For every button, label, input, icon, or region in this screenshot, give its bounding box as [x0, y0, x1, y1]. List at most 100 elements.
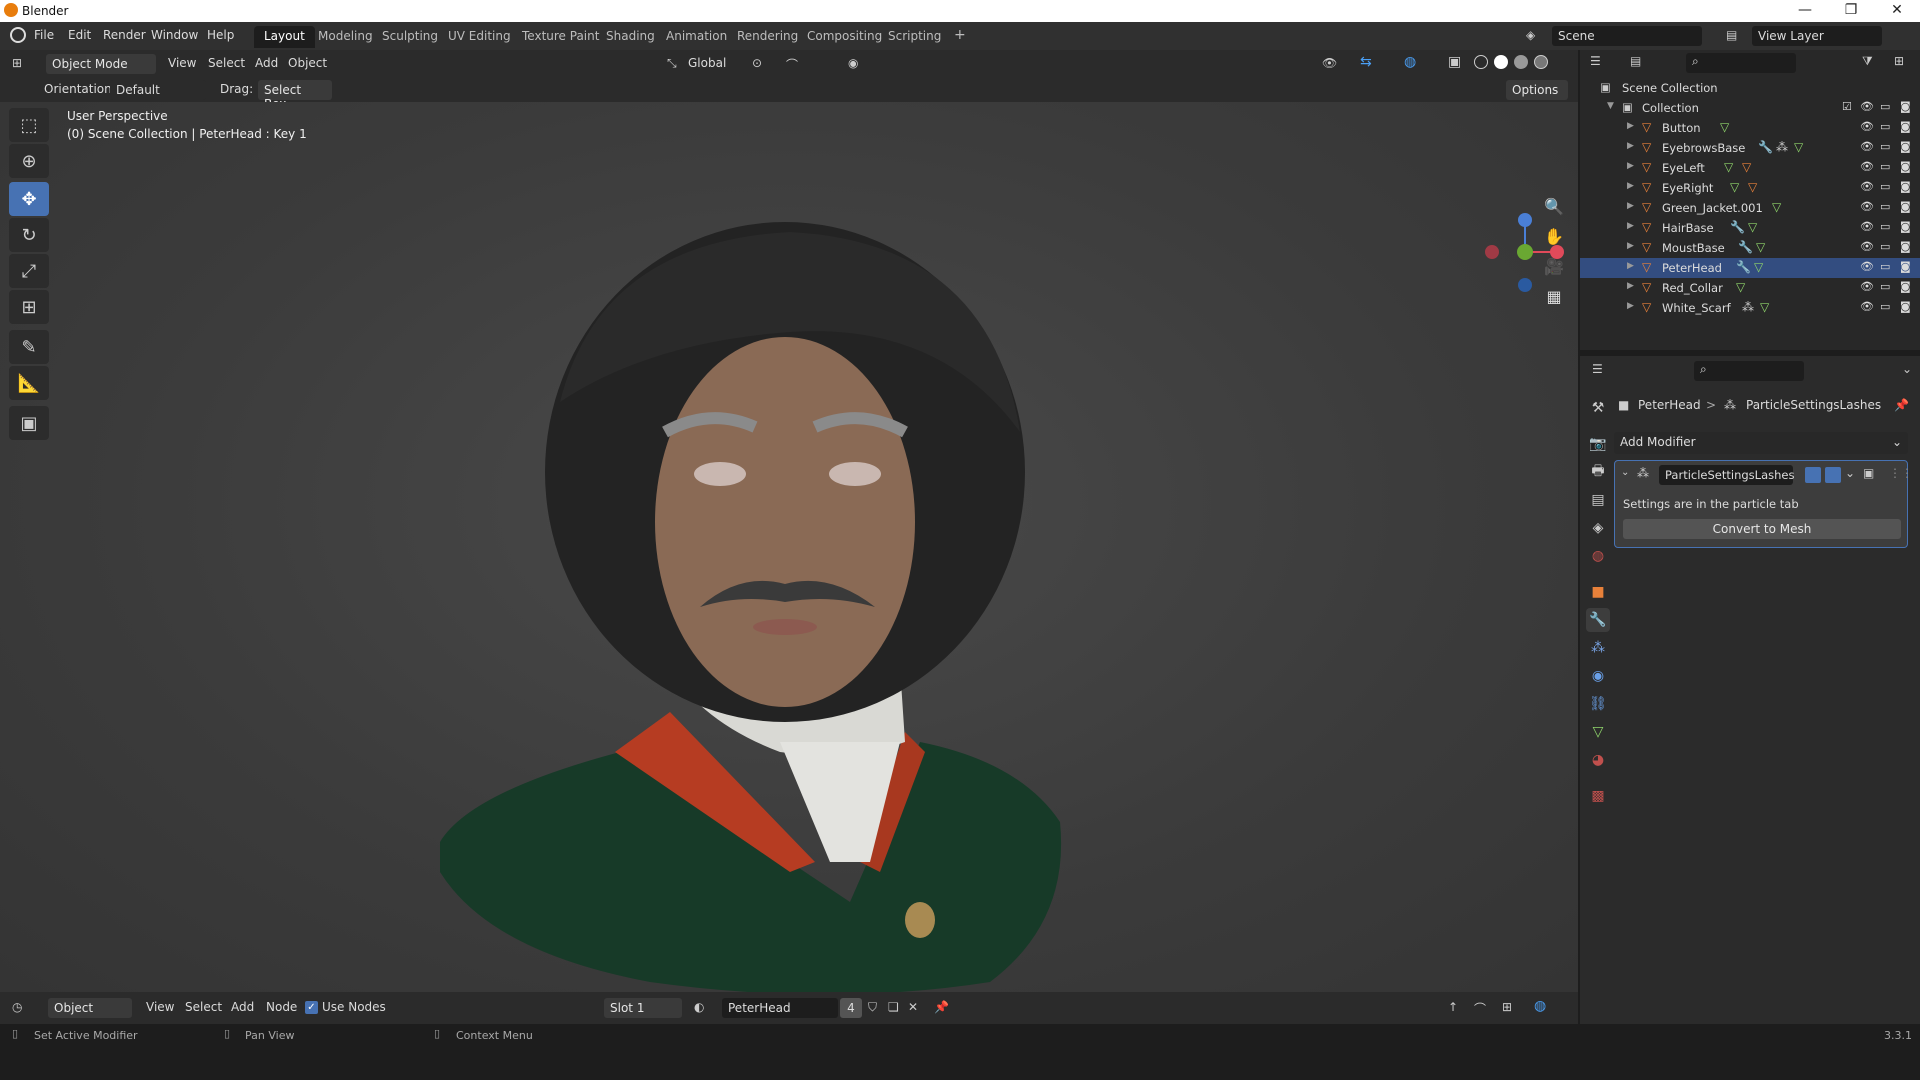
convert-to-mesh-button[interactable]: Convert to Mesh: [1623, 519, 1901, 539]
mesh-data-icon[interactable]: ▽: [1730, 180, 1739, 194]
gizmo-toggle-icon[interactable]: ⇆: [1360, 54, 1372, 70]
transform-orientation-selector[interactable]: Global: [688, 56, 726, 70]
modifier-wrench-icon[interactable]: 🔧: [1736, 260, 1751, 274]
outliner-item[interactable]: ▶ ▽ HairBase 🔧 ▽ 👁 ▭ ◙: [1580, 218, 1920, 238]
mesh-data-icon[interactable]: ▽: [1794, 140, 1803, 154]
cursor-tool-icon[interactable]: ⊕: [9, 144, 49, 178]
add-modifier-dropdown[interactable]: Add Modifier ⌄: [1614, 432, 1908, 454]
editor-type-icon-bottom[interactable]: ◷: [12, 1000, 22, 1014]
viewport-toggle-icon[interactable]: ▭: [1880, 260, 1890, 273]
wireframe-shading-icon[interactable]: [1474, 55, 1488, 69]
collection-checkbox-icon[interactable]: ☑: [1842, 100, 1852, 113]
node-overlay-icon[interactable]: ◍: [1534, 998, 1546, 1014]
viewport-menu-add[interactable]: Add: [255, 56, 278, 70]
outliner-item[interactable]: ▶ ▽ EyeLeft ▽ ▽ 👁 ▭ ◙: [1580, 158, 1920, 178]
node-menu-add[interactable]: Add: [231, 1000, 254, 1014]
snap-node-icon[interactable]: ⌒: [1474, 1000, 1486, 1017]
scale-tool-icon[interactable]: ⤢: [9, 254, 49, 288]
outliner-item-selected[interactable]: ▶ ▽ PeterHead 🔧 ▽ 👁 ▭ ◙: [1580, 258, 1920, 278]
duplicate-material-icon[interactable]: ❏: [888, 1000, 899, 1014]
outliner-editor-icon[interactable]: ☰: [1590, 54, 1601, 68]
particles-tab-icon[interactable]: ⁂: [1586, 636, 1610, 660]
pin-icon[interactable]: 📌: [934, 1000, 949, 1014]
expand-arrow-icon[interactable]: ▶: [1627, 241, 1634, 251]
particles-icon[interactable]: ⁂: [1776, 140, 1788, 154]
object-tab-icon[interactable]: ■: [1586, 580, 1610, 604]
rotate-tool-icon[interactable]: ↻: [9, 218, 49, 252]
menu-file[interactable]: File: [34, 28, 54, 42]
modifier-copy-icon[interactable]: ▣: [1863, 466, 1874, 480]
mesh-data-icon[interactable]: ▽: [1720, 120, 1729, 134]
expand-arrow-icon[interactable]: ▶: [1627, 161, 1634, 171]
viewport-toggle-icon[interactable]: ▭: [1880, 140, 1890, 153]
viewport-toggle-icon[interactable]: ▭: [1880, 120, 1890, 133]
viewport-toggle-icon[interactable]: ▭: [1880, 220, 1890, 233]
data-tab-icon[interactable]: ▽: [1586, 720, 1610, 744]
render-toggle-icon[interactable]: ◙: [1900, 180, 1911, 193]
material-shading-icon[interactable]: [1514, 55, 1528, 69]
outliner-item[interactable]: ▶ ▽ EyeRight ▽ ▽ 👁 ▭ ◙: [1580, 178, 1920, 198]
eye-icon[interactable]: 👁: [1860, 200, 1874, 213]
modifier-menu-chevron-icon[interactable]: ⌄: [1845, 466, 1855, 480]
outliner-item[interactable]: ▶ ▽ Green_Jacket.001 ▽ 👁 ▭ ◙: [1580, 198, 1920, 218]
pin-icon[interactable]: 📌: [1894, 398, 1909, 412]
eye-icon[interactable]: 👁: [1860, 260, 1874, 273]
parent-node-icon[interactable]: ↑: [1448, 1000, 1458, 1014]
material-icon[interactable]: ▽: [1742, 160, 1751, 174]
unlink-material-icon[interactable]: ✕: [908, 1000, 918, 1014]
viewport-toggle-icon[interactable]: ▭: [1880, 160, 1890, 173]
fake-user-shield-icon[interactable]: ⛉: [868, 1000, 877, 1015]
transform-tool-icon[interactable]: ⊞: [9, 290, 49, 324]
modifier-wrench-icon[interactable]: 🔧: [1758, 140, 1773, 154]
particles-icon[interactable]: ⁂: [1742, 300, 1754, 314]
modifier-name-field[interactable]: ParticleSettingsLashes: [1659, 465, 1794, 485]
render-toggle-icon[interactable]: ◙: [1900, 200, 1911, 213]
slot-selector[interactable]: Slot 1: [604, 998, 682, 1018]
render-toggle-icon[interactable]: ◙: [1900, 100, 1911, 113]
mesh-data-icon[interactable]: ▽: [1760, 300, 1769, 314]
texture-tab-icon[interactable]: ▩: [1586, 784, 1610, 808]
expand-arrow-icon[interactable]: ▶: [1627, 121, 1634, 131]
render-toggle-icon[interactable]: ◙: [1900, 140, 1911, 153]
material-tab-icon[interactable]: ◕: [1586, 748, 1610, 772]
modifier-wrench-icon[interactable]: 🔧: [1738, 240, 1753, 254]
expand-arrow-icon[interactable]: ▶: [1627, 181, 1634, 191]
blender-menu-icon[interactable]: [10, 27, 26, 43]
properties-options-chevron-icon[interactable]: ⌄: [1902, 362, 1912, 376]
outliner-item[interactable]: ▶ ▽ EyebrowsBase 🔧 ⁂ ▽ 👁 ▭ ◙: [1580, 138, 1920, 158]
use-nodes-checkbox[interactable]: ✓: [305, 1001, 318, 1014]
zoom-icon[interactable]: 🔍: [1540, 192, 1568, 220]
viewport-toggle-icon[interactable]: ▭: [1880, 180, 1890, 193]
options-dropdown[interactable]: Options: [1506, 80, 1568, 100]
menu-help[interactable]: Help: [207, 28, 234, 42]
tab-uv-editing[interactable]: UV Editing: [438, 26, 521, 48]
modifier-tab-icon[interactable]: 🔧: [1586, 608, 1610, 632]
annotate-tool-icon[interactable]: ✎: [9, 330, 49, 364]
expand-arrow-icon[interactable]: ▶: [1627, 201, 1634, 211]
select-box-tool-icon[interactable]: ⬚: [9, 108, 49, 142]
add-cube-tool-icon[interactable]: ▣: [9, 406, 49, 440]
tab-shading[interactable]: Shading: [596, 26, 665, 48]
mode-selector[interactable]: Object Mode: [46, 54, 156, 74]
tab-animation[interactable]: Animation: [656, 26, 737, 48]
snap-icon[interactable]: ⌒: [786, 56, 798, 73]
tab-texture-paint[interactable]: Texture Paint: [512, 26, 609, 48]
render-toggle-icon[interactable]: ◙: [1900, 120, 1911, 133]
orientation-selector[interactable]: Default: [110, 80, 206, 100]
expand-arrow-icon[interactable]: ▶: [1627, 301, 1634, 311]
drag-handle-icon[interactable]: ⋮⋮: [1889, 466, 1913, 480]
tab-layout[interactable]: Layout: [254, 26, 315, 48]
expand-arrow-icon[interactable]: ▶: [1627, 281, 1634, 291]
properties-editor-icon[interactable]: ☰: [1592, 362, 1603, 376]
render-toggle-icon[interactable]: ◙: [1900, 300, 1911, 313]
render-tab-icon[interactable]: 📷: [1586, 432, 1610, 456]
collapse-chevron-icon[interactable]: ⌄: [1621, 467, 1629, 478]
render-toggle-icon[interactable]: ◙: [1900, 260, 1911, 273]
render-toggle-icon[interactable]: ◙: [1900, 160, 1911, 173]
3d-viewport[interactable]: User Perspective (0) Scene Collection | …: [0, 102, 1578, 992]
measure-tool-icon[interactable]: 📐: [9, 366, 49, 400]
viewport-menu-select[interactable]: Select: [208, 56, 245, 70]
outliner-item[interactable]: ▶ ▽ Button ▽ 👁 ▭ ◙: [1580, 118, 1920, 138]
expand-arrow-icon[interactable]: ▶: [1627, 141, 1634, 151]
properties-search-input[interactable]: ⌕: [1694, 361, 1804, 381]
